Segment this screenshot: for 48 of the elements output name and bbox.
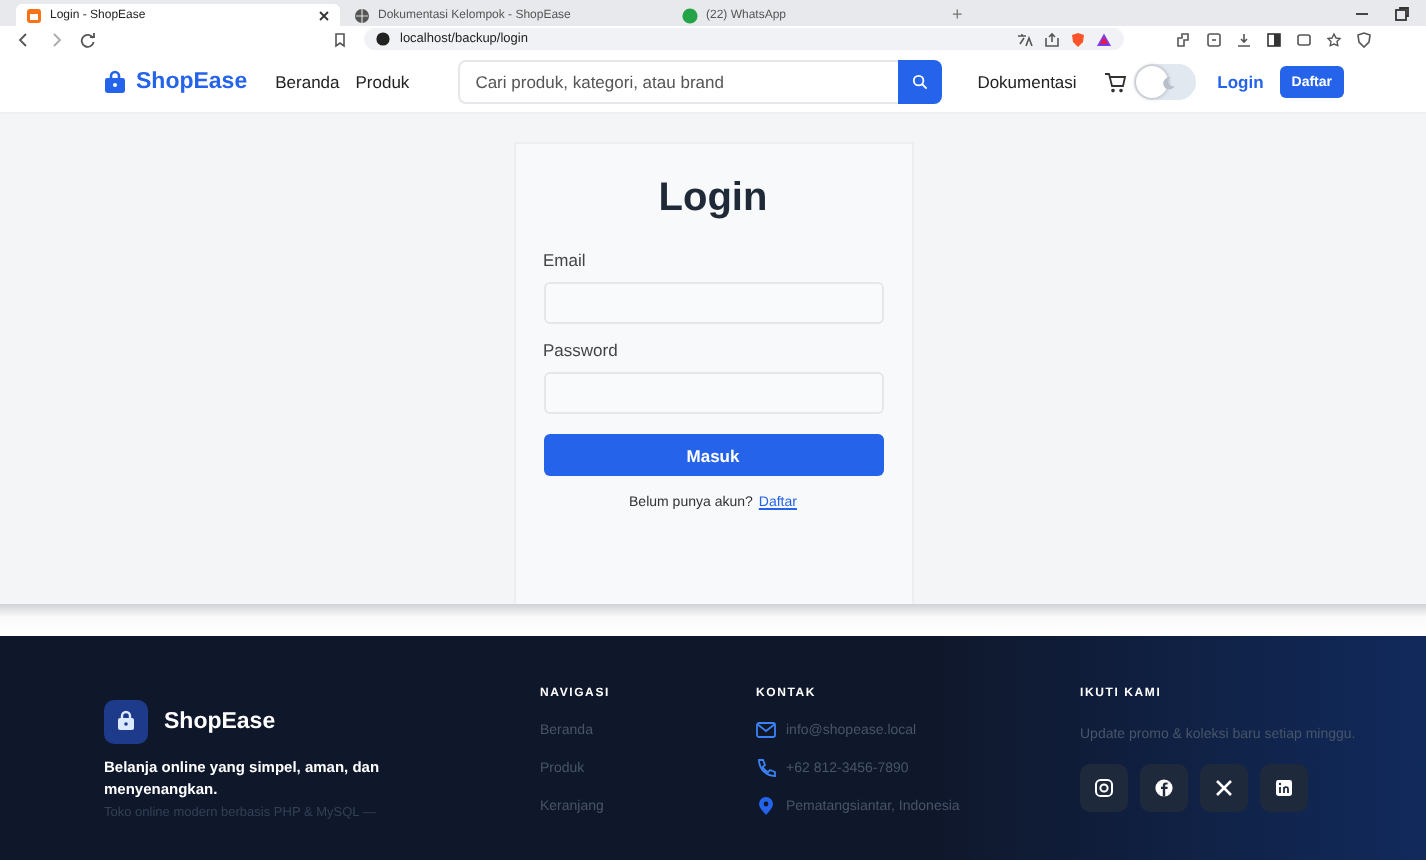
nav-link[interactable]: Beranda (275, 72, 340, 92)
login-link[interactable]: Login (1217, 72, 1264, 92)
shopping-bag-icon (104, 700, 148, 744)
cart-icon[interactable] (1104, 71, 1127, 93)
bookmark-icon[interactable] (332, 31, 348, 47)
share-icon[interactable] (1044, 31, 1060, 47)
restore-icon[interactable] (1394, 5, 1410, 21)
social-button[interactable] (1080, 764, 1128, 812)
field-label: Password (543, 340, 620, 360)
search-icon (911, 74, 928, 90)
sidebar-icon[interactable] (1206, 31, 1222, 47)
nav-link[interactable]: Dokumentasi (977, 72, 1077, 92)
info-icon (376, 32, 390, 46)
back-icon[interactable] (16, 31, 32, 47)
star-icon[interactable] (1326, 31, 1342, 47)
social-button[interactable] (1200, 764, 1248, 812)
globe-icon (354, 7, 370, 23)
moon-icon (1161, 75, 1176, 89)
translate-icon[interactable] (1016, 31, 1034, 47)
triangle-icon[interactable] (1096, 31, 1112, 47)
phone-icon (756, 758, 776, 778)
new-tab-button[interactable]: + (952, 4, 963, 26)
download-icon[interactable] (1236, 31, 1252, 47)
mail-icon (756, 720, 776, 740)
location-pin-icon (756, 796, 776, 816)
puzzle-icon[interactable] (1176, 31, 1192, 47)
theme-toggle[interactable] (1134, 64, 1196, 100)
lion-shield-icon[interactable] (1070, 31, 1086, 47)
x-icon (1214, 778, 1234, 798)
close-icon[interactable] (318, 9, 330, 21)
wallet-icon[interactable] (1296, 31, 1312, 47)
footer-brand: ShopEase (164, 710, 276, 734)
nav-link[interactable]: Produk (355, 72, 410, 92)
social-button[interactable] (1140, 764, 1188, 812)
social-button[interactable] (1260, 764, 1308, 812)
search-button[interactable] (897, 60, 942, 104)
search-field[interactable]: Cari produk, kategori, atau brand (457, 60, 898, 104)
field-label: Email (543, 250, 588, 270)
instagram-icon (1094, 778, 1114, 798)
brand-name[interactable]: ShopEase (136, 70, 248, 94)
panel-icon[interactable] (1266, 31, 1282, 47)
reload-icon[interactable] (80, 31, 96, 47)
shopping-bag-icon (104, 70, 126, 94)
login-title: Login (658, 176, 768, 222)
login-button[interactable]: Masuk (543, 434, 883, 476)
shield-icon[interactable] (1356, 31, 1372, 47)
linkedin-icon (1274, 778, 1294, 798)
facebook-icon (1154, 778, 1174, 798)
